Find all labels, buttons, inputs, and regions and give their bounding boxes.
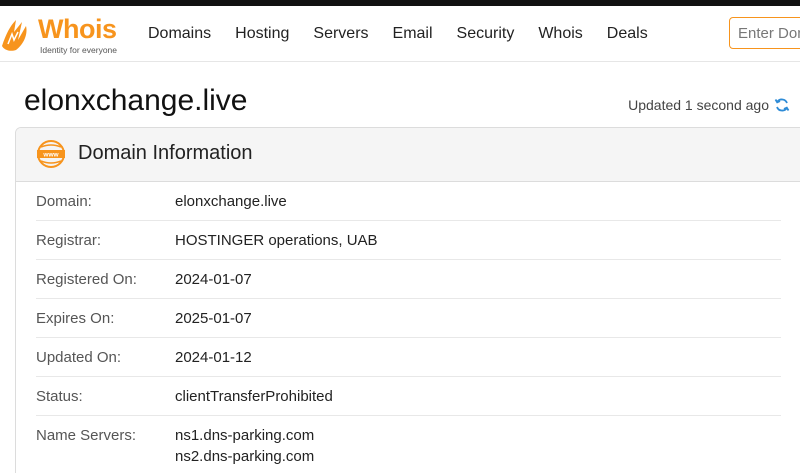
nav-deals[interactable]: Deals — [607, 25, 648, 43]
refresh-icon[interactable] — [774, 97, 790, 113]
page-title: elonxchange.live — [24, 84, 248, 117]
row-label: Registered On: — [36, 271, 137, 288]
info-row-updated-on: Updated On: 2024-01-12 — [36, 338, 781, 377]
updated-text: Updated 1 second ago — [628, 97, 769, 113]
logo-tagline: Identity for everyone — [40, 45, 118, 55]
row-value: clientTransferProhibited — [175, 386, 333, 415]
value-line: elonxchange.live — [175, 193, 287, 210]
value-line: HOSTINGER operations, UAB — [175, 232, 378, 249]
row-value: 2024-01-07 — [175, 269, 252, 298]
nav-domains[interactable]: Domains — [148, 25, 211, 43]
main-nav: Domains Hosting Servers Email Security W… — [148, 6, 672, 62]
row-value: ns1.dns-parking.com ns2.dns-parking.com — [175, 425, 314, 467]
row-value: 2025-01-07 — [175, 308, 252, 337]
info-row-status: Status: clientTransferProhibited — [36, 377, 781, 416]
domain-search-input[interactable] — [729, 17, 800, 49]
value-line: 2024-01-12 — [175, 349, 252, 366]
row-value: elonxchange.live — [175, 191, 287, 220]
row-label: Name Servers: — [36, 427, 137, 444]
nav-security[interactable]: Security — [457, 25, 515, 43]
row-value: 2024-01-12 — [175, 347, 252, 376]
logo-mark-icon — [2, 20, 27, 51]
info-row-expires-on: Expires On: 2025-01-07 — [36, 299, 781, 338]
svg-text:www: www — [42, 152, 59, 159]
nav-whois[interactable]: Whois — [538, 25, 582, 43]
info-row-registrar: Registrar: HOSTINGER operations, UAB — [36, 221, 781, 260]
info-row-registered-on: Registered On: 2024-01-07 — [36, 260, 781, 299]
domain-info-rows: Domain: elonxchange.live Registrar: HOST… — [36, 182, 781, 467]
nav-servers[interactable]: Servers — [313, 25, 368, 43]
logo-wordmark: Whois — [38, 14, 117, 44]
value-line: ns2.dns-parking.com — [175, 448, 315, 465]
logo[interactable]: Whois Identity for everyone — [0, 12, 125, 58]
row-label: Updated On: — [36, 349, 122, 366]
updated-status: Updated 1 second ago — [628, 97, 790, 113]
value-line: ns1.dns-parking.com — [175, 427, 315, 444]
nav-hosting[interactable]: Hosting — [235, 25, 289, 43]
card-title: Domain Information — [78, 142, 253, 164]
domain-info-card: www Domain Information Domain: elonxchan… — [15, 127, 800, 473]
value-line: 2024-01-07 — [175, 271, 252, 288]
row-label: Domain: — [36, 193, 92, 210]
info-row-name-servers: Name Servers: ns1.dns-parking.com ns2.dn… — [36, 416, 781, 467]
value-line: 2025-01-07 — [175, 310, 252, 327]
row-label: Status: — [36, 388, 83, 405]
info-row-domain: Domain: elonxchange.live — [36, 182, 781, 221]
card-header: www Domain Information — [16, 128, 800, 182]
row-value: HOSTINGER operations, UAB — [175, 230, 378, 259]
nav-email[interactable]: Email — [393, 25, 433, 43]
www-globe-icon: www — [37, 140, 65, 168]
row-label: Registrar: — [36, 232, 102, 249]
site-header: Whois Identity for everyone Domains Host… — [0, 6, 800, 62]
value-line: clientTransferProhibited — [175, 388, 333, 405]
row-label: Expires On: — [36, 310, 115, 327]
